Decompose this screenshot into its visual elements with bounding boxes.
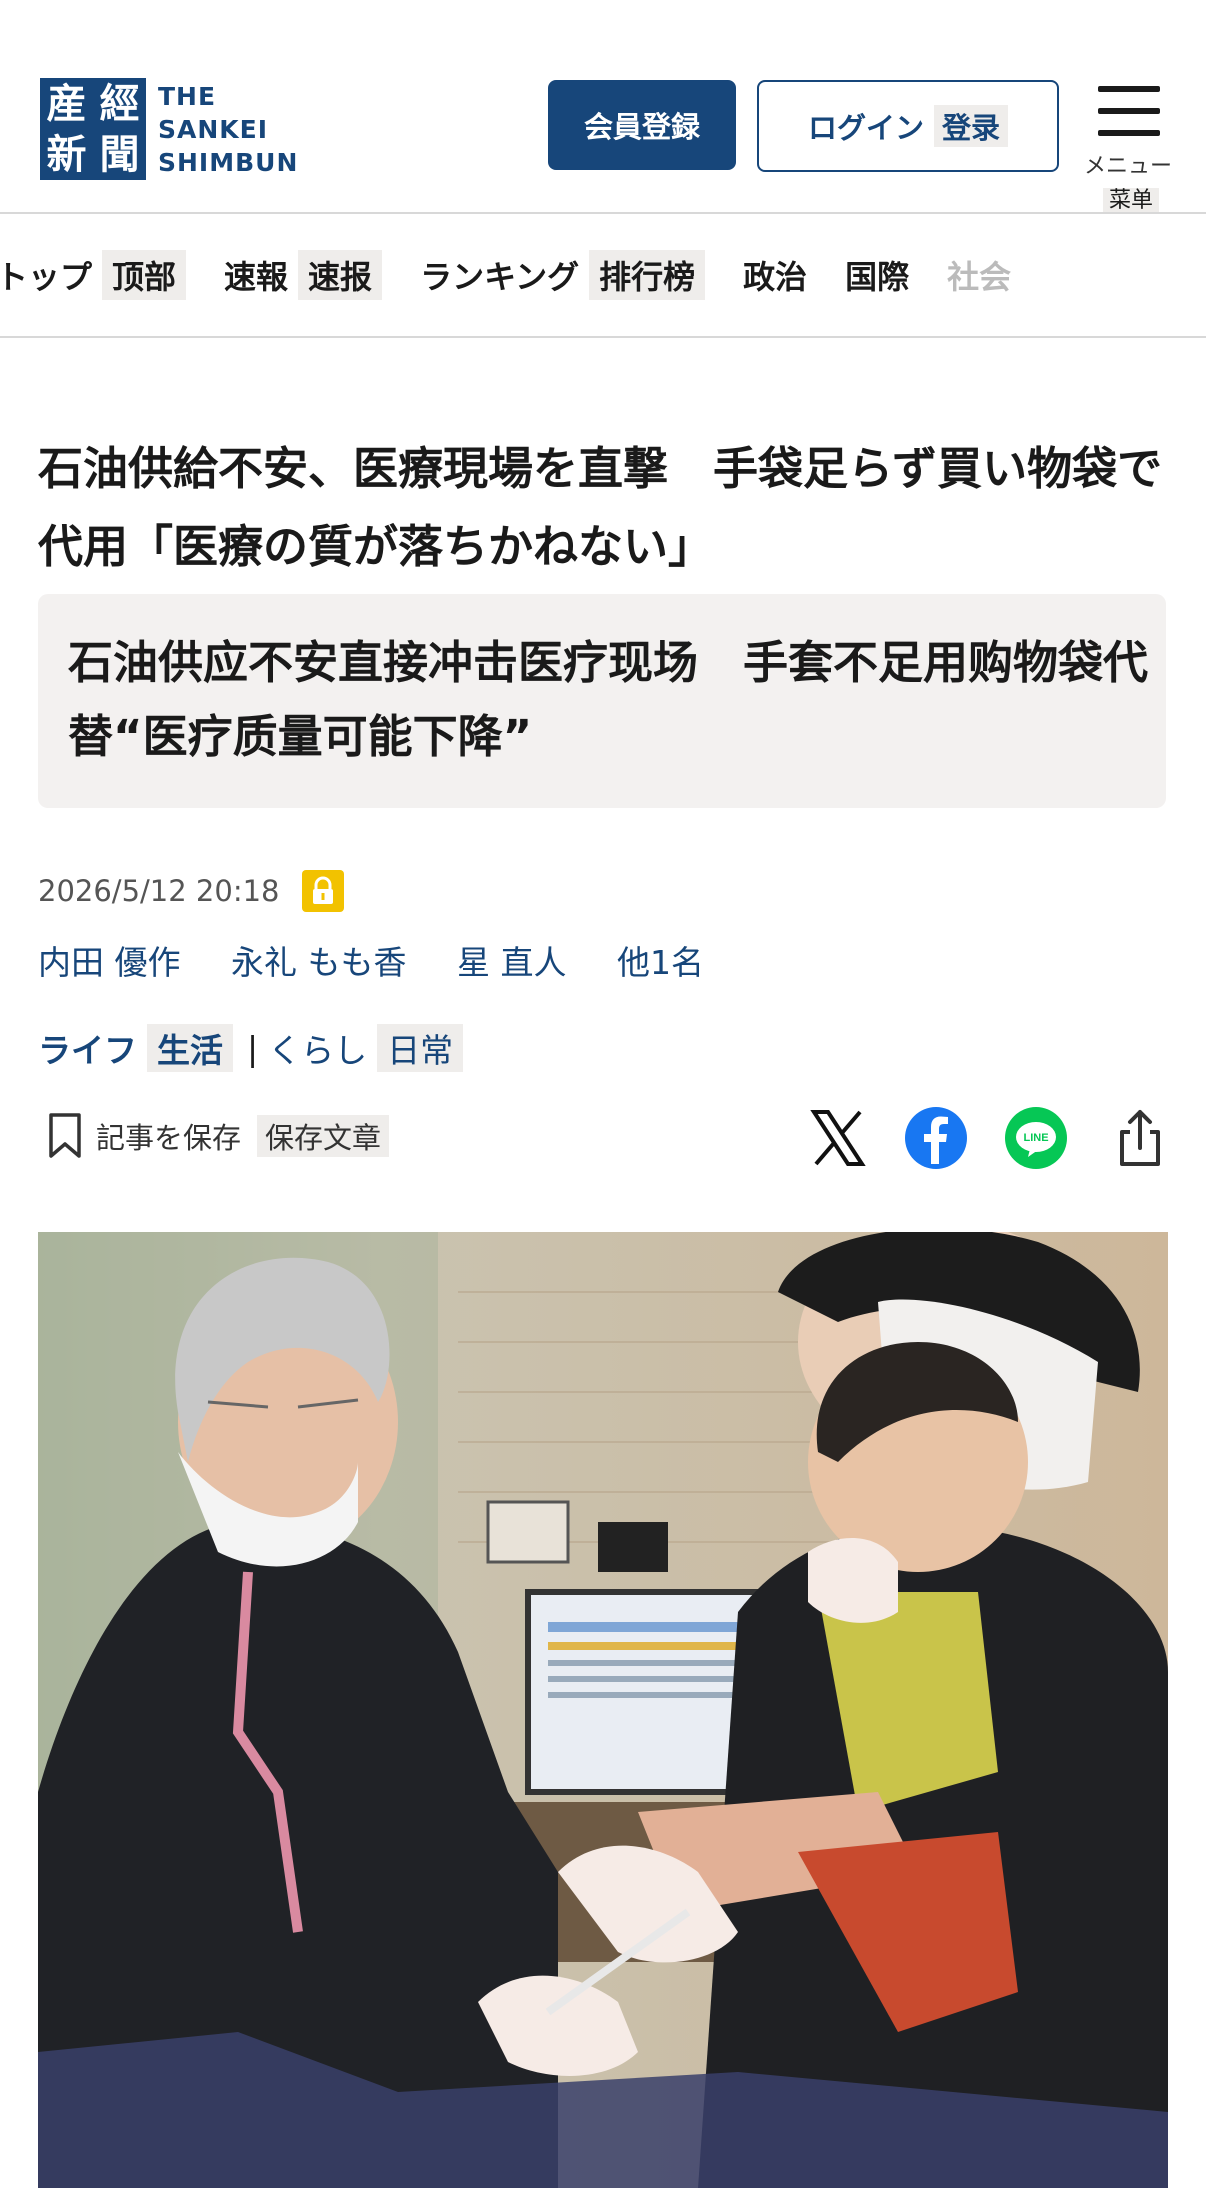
- nav-item-breaking[interactable]: 速報 速报: [224, 250, 383, 300]
- nav-item-translation: 顶部: [102, 250, 187, 300]
- register-button[interactable]: 会員登録: [548, 80, 736, 170]
- lock-icon: [301, 870, 344, 912]
- logo-line: SANKEI: [158, 114, 269, 144]
- line-icon-text: LINE: [1023, 1132, 1048, 1144]
- nav-item-politics[interactable]: 政治: [743, 252, 807, 298]
- share-icon[interactable]: [1108, 1106, 1172, 1170]
- logo-wordmark: THE SANKEI SHIMBUN: [158, 80, 298, 179]
- subcategory-link[interactable]: くらし: [268, 1024, 367, 1072]
- category-separator: |: [247, 1028, 259, 1068]
- category-link[interactable]: ライフ: [38, 1024, 137, 1072]
- author-link[interactable]: 星 直人: [457, 943, 567, 982]
- nav-item-label: 国際: [845, 258, 910, 296]
- nav-item-ranking[interactable]: ランキング 排行榜: [420, 250, 706, 300]
- menu-label-text: メニュー: [1083, 154, 1172, 179]
- article-meta: 2026/5/12 20:18: [38, 868, 344, 914]
- nav-divider: [0, 336, 1206, 338]
- author-list: 内田 優作 永礼 もも香 星 直人 他1名: [38, 936, 744, 984]
- logo-line: THE: [158, 81, 217, 111]
- logo-mark-char: 聞: [99, 131, 140, 178]
- login-translation: 登录: [934, 105, 1009, 147]
- hamburger-icon: [1098, 86, 1160, 136]
- login-label: ログイン: [807, 111, 924, 145]
- facebook-icon[interactable]: [904, 1106, 968, 1170]
- save-article-button[interactable]: 記事を保存 保存文章: [48, 1112, 390, 1160]
- bookmark-icon: [49, 1113, 81, 1158]
- save-translation: 保存文章: [257, 1115, 390, 1157]
- article-category: ライフ 生活 | くらし 日常: [38, 1024, 464, 1072]
- author-link[interactable]: 内田 優作: [38, 943, 181, 982]
- nav-item-society[interactable]: 社会: [947, 252, 1011, 298]
- logo-mark-char: 經: [99, 80, 140, 127]
- site-header: 産 經 新 聞 THE SANKEI SHIMBUN 会員登録 ログイン 登录 …: [0, 0, 1206, 213]
- photo-illustration: [38, 1232, 1168, 2188]
- logo-mark: 産 經 新 聞: [40, 78, 146, 180]
- nav-item-translation: 排行榜: [589, 250, 706, 300]
- article-photo: [38, 1232, 1168, 2188]
- save-label: 記事を保存: [96, 1121, 242, 1155]
- logo-mark-char: 産: [46, 80, 87, 127]
- nav-item-label: ランキング: [420, 258, 580, 296]
- login-button[interactable]: ログイン 登录: [757, 80, 1059, 172]
- nav-item-top[interactable]: トップ 顶部: [0, 250, 187, 300]
- publish-date: 2026/5/12 20:18: [38, 874, 280, 908]
- nav-item-international[interactable]: 国際: [845, 252, 909, 298]
- article-title: 石油供給不安、医療現場を直撃 手袋足らず買い物袋で代用「医療の質が落ちかねない」: [38, 442, 1163, 573]
- category-nav: トップ 顶部 速報 速报 ランキング 排行榜 政治 国際 社会: [0, 213, 1206, 337]
- nav-item-label: トップ: [0, 258, 93, 296]
- author-link[interactable]: 永礼 もも香: [231, 943, 407, 982]
- menu-translation: 菜单: [1102, 188, 1159, 213]
- share-bar: LINE: [806, 1106, 1176, 1176]
- subcategory-translation: 日常: [377, 1024, 464, 1072]
- nav-item-label: 社会: [947, 258, 1012, 296]
- sankei-logo[interactable]: 産 經 新 聞 THE SANKEI SHIMBUN: [40, 78, 298, 180]
- line-icon[interactable]: LINE: [1004, 1106, 1068, 1170]
- title-translation-box: 石油供应不安直接冲击医疗现场 手套不足用购物袋代替“医疗质量可能下降”: [38, 594, 1166, 808]
- x-icon[interactable]: [806, 1106, 870, 1170]
- menu-label: メニュー 菜单: [1078, 150, 1178, 218]
- nav-item-label: 速報: [224, 258, 289, 296]
- logo-line: SHIMBUN: [158, 147, 299, 177]
- more-authors-link[interactable]: 他1名: [617, 943, 704, 982]
- nav-item-label: 政治: [743, 258, 808, 296]
- title-translation: 石油供应不安直接冲击医疗现场 手套不足用购物袋代替“医疗质量可能下降”: [68, 636, 1149, 763]
- nav-item-translation: 速报: [298, 250, 383, 300]
- logo-mark-char: 新: [46, 131, 87, 178]
- category-translation: 生活: [147, 1024, 233, 1072]
